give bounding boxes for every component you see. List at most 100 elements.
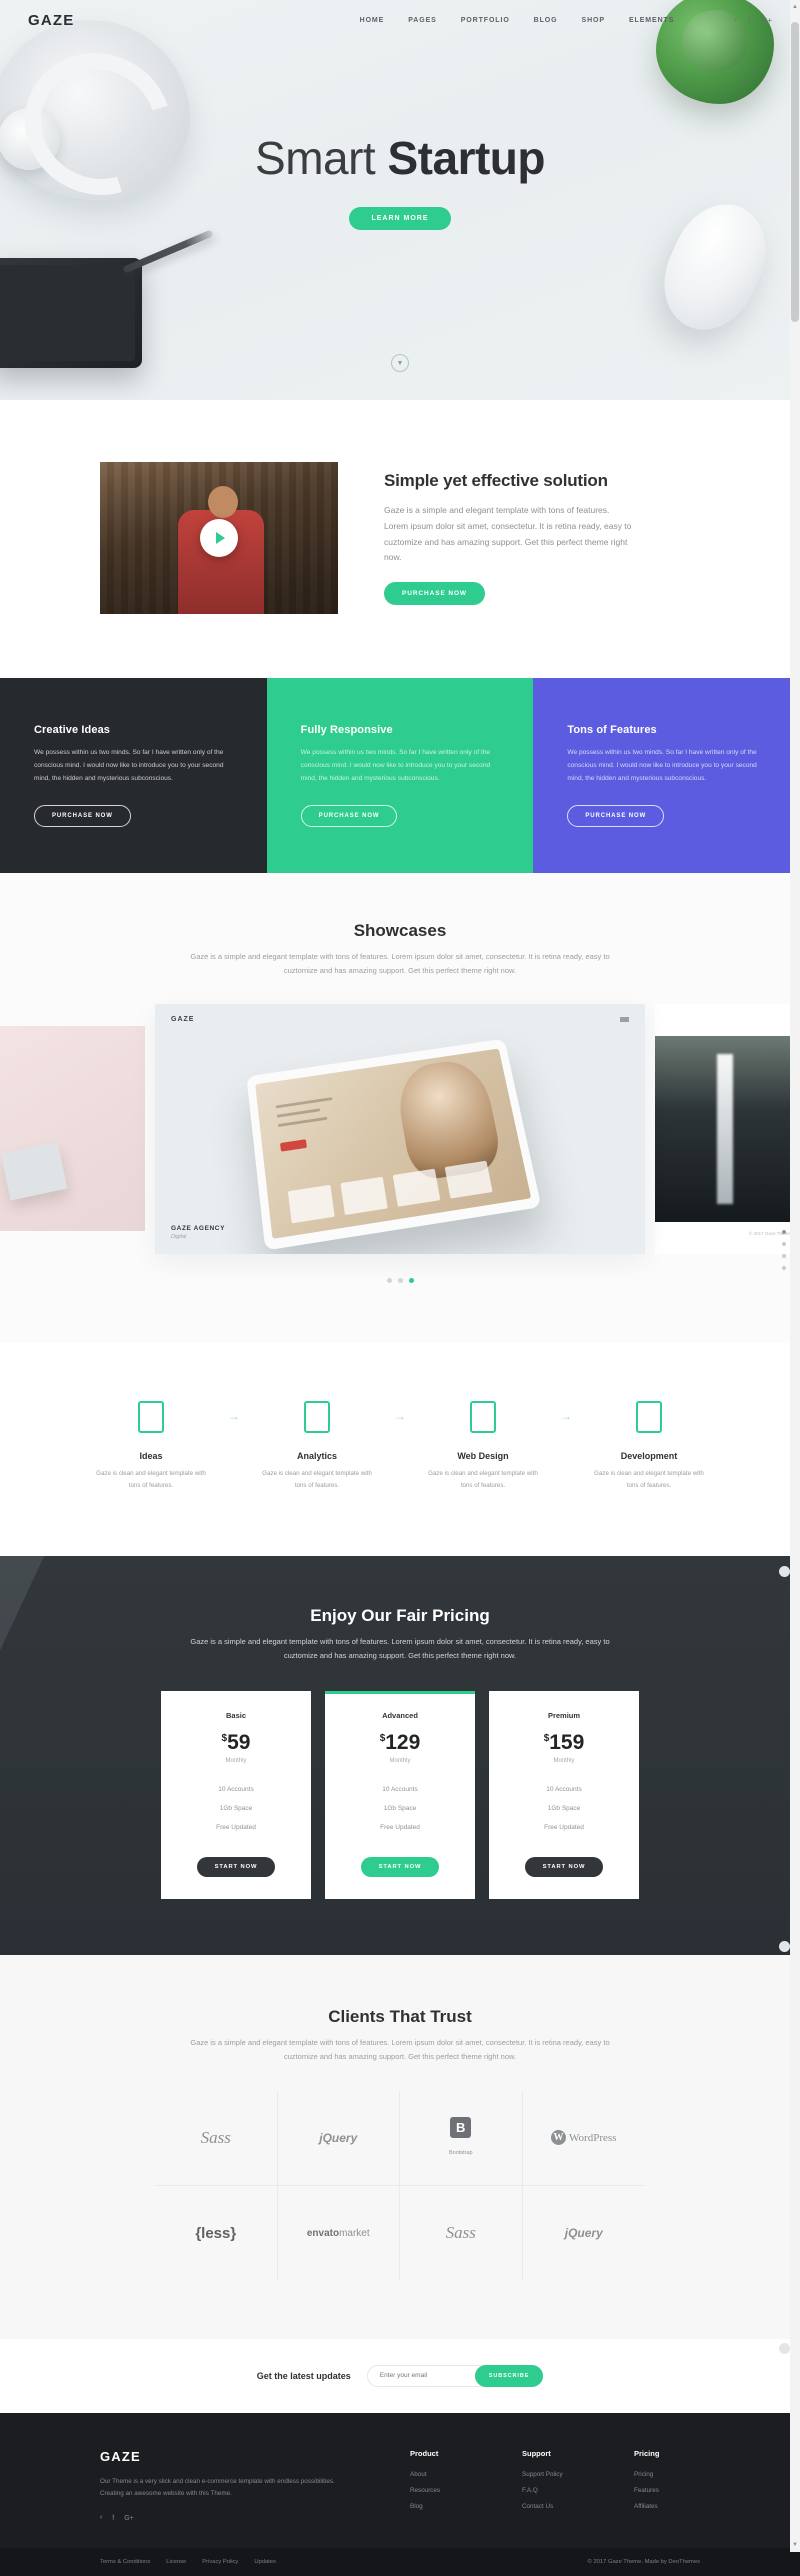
scroll-indicator-2[interactable] (779, 1941, 790, 1952)
twitter-icon[interactable]: ᵛ (100, 2515, 102, 2522)
footer-link-pricing[interactable]: Pricing (634, 2471, 700, 2478)
carousel-slide-previous[interactable] (0, 1026, 145, 1232)
nav-item-home[interactable]: HOME (360, 17, 385, 24)
scroll-indicator-3[interactable] (779, 2343, 790, 2354)
process-step-ideas: Ideas Gaze is clean and elegant template… (90, 1401, 212, 1492)
pricing-card-basic: Basic $59 Monthly 10 Accounts 1Gb Space … (161, 1691, 311, 1900)
scroll-down-arrow-icon[interactable]: ▼ (792, 2542, 798, 2548)
googleplus-icon[interactable]: G+ (761, 16, 772, 25)
googleplus-icon[interactable]: G+ (124, 2515, 134, 2522)
clients-title: Clients That Trust (328, 2007, 472, 2027)
footer-link-resources[interactable]: Resources (410, 2487, 476, 2494)
browser-scrollbar[interactable]: ▲ ▼ (790, 0, 800, 2552)
email-input[interactable] (366, 2364, 487, 2387)
start-now-button[interactable]: START NOW (196, 1857, 276, 1878)
section-nav-dot-active[interactable] (782, 1230, 786, 1234)
bootstrap-mark: B (450, 2116, 472, 2138)
client-logo-cell[interactable]: Sass (400, 2185, 523, 2281)
footer-about-text: Our Theme is a very slick and clean e-co… (100, 2477, 335, 2498)
footer-link-terms[interactable]: Terms & Conditions (100, 2559, 150, 2565)
ipad-mockup-image (246, 1038, 542, 1251)
step-text: Gaze is clean and elegant template with … (262, 1470, 372, 1489)
client-logo-cell[interactable]: jQuery (277, 2090, 400, 2186)
process-section: Ideas Gaze is clean and elegant template… (0, 1343, 800, 1556)
monitor-icon (470, 1401, 496, 1434)
site-logo[interactable]: GAZE (28, 12, 74, 29)
footer-link-features[interactable]: Features (634, 2487, 700, 2494)
page-title: Smart Startup (255, 131, 545, 185)
slide-menu-icon[interactable] (620, 1017, 629, 1023)
nav-item-blog[interactable]: BLOG (534, 17, 558, 24)
footer-link-updates[interactable]: Updates (254, 2559, 276, 2565)
carousel-dots[interactable] (0, 1278, 800, 1284)
client-logo-cell[interactable]: W WordPress (522, 2091, 645, 2186)
scrollbar-thumb[interactable] (791, 22, 799, 322)
feature-text: We possess within us two minds. So far I… (567, 749, 757, 782)
nav-item-shop[interactable]: SHOP (582, 17, 605, 24)
nav-item-portfolio[interactable]: PORTFOLIO (461, 17, 510, 24)
showcase-title: Showcases (353, 920, 447, 940)
section-nav-dot[interactable] (782, 1242, 786, 1246)
step-title: Ideas (139, 1451, 163, 1462)
carousel-dot-1[interactable] (386, 1278, 392, 1284)
carousel-slide-active[interactable]: GAZE GAZE AGENCY Digital (155, 1004, 645, 1255)
plan-name: Advanced (382, 1711, 418, 1721)
section-nav-dot[interactable] (782, 1266, 786, 1270)
envato-light: market (339, 2227, 370, 2239)
plan-feature: 1Gb Space (219, 1805, 253, 1813)
play-icon[interactable] (200, 519, 238, 557)
nav-item-pages[interactable]: PAGES (408, 17, 437, 24)
process-step-development: Development Gaze is clean and elegant te… (588, 1401, 710, 1492)
carousel-slide-next[interactable]: GAZE © 2017 Gaze Theme. Made by (655, 1004, 800, 1255)
client-logo-cell[interactable]: B Bootstrap (400, 2090, 523, 2186)
footer-link-affiliates[interactable]: Affiliates (634, 2503, 700, 2510)
carousel-dot-3[interactable] (408, 1278, 414, 1284)
subscribe-button[interactable]: SUBSCRIBE (474, 2364, 544, 2387)
start-now-button[interactable]: START NOW (360, 1857, 440, 1878)
step-title: Web Design (457, 1451, 509, 1462)
client-logo-cell[interactable]: jQuery (523, 2186, 646, 2281)
plan-feature: 1Gb Space (547, 1805, 581, 1813)
showcase-carousel[interactable]: GAZE GAZE AGENCY Digital © 2017 Gaze (0, 1004, 800, 1255)
feature-purchase-button[interactable]: PURCHASE NOW (34, 804, 131, 827)
footer-link-about[interactable]: About (410, 2471, 476, 2478)
footer-link-blog[interactable]: Blog (410, 2503, 476, 2510)
twitter-icon[interactable]: ᵛ (734, 16, 737, 25)
learn-more-button[interactable]: LEARN MORE (349, 206, 451, 230)
footer-link-privacy[interactable]: Privacy Policy (202, 2559, 238, 2565)
scroll-up-arrow-icon[interactable]: ▲ (792, 4, 798, 10)
jquery-logo: jQuery (564, 2226, 603, 2241)
feature-title: Fully Responsive (300, 724, 393, 736)
carousel-dot-2[interactable] (397, 1278, 403, 1284)
footer-link-contact-us[interactable]: Contact Us (522, 2503, 588, 2510)
section-nav-dot[interactable] (782, 1254, 786, 1258)
facebook-icon[interactable]: f (748, 16, 750, 25)
slide-previous-image (0, 1141, 68, 1201)
feature-title: Creative Ideas (34, 724, 110, 736)
section-nav-dots[interactable] (782, 1230, 786, 1270)
video-thumbnail[interactable] (100, 462, 338, 614)
scroll-indicator-1[interactable] (779, 1566, 790, 1577)
arrow-right-icon: → (228, 1409, 240, 1424)
start-now-button[interactable]: START NOW (524, 1857, 604, 1878)
bootstrap-logo: B Bootstrap (449, 2116, 473, 2159)
footer-link-support-policy[interactable]: Support Policy (522, 2471, 588, 2478)
footer-logo[interactable]: GAZE (100, 2449, 350, 2464)
purchase-now-button[interactable]: PURCHASE NOW (384, 581, 485, 605)
lightbulb-icon (138, 1401, 164, 1434)
scroll-down-icon[interactable]: ▼ (391, 354, 409, 372)
feature-purchase-button[interactable]: PURCHASE NOW (300, 804, 398, 827)
footer-column-title: Pricing (634, 2448, 660, 2458)
clients-header: Clients That Trust Gaze is a simple and … (0, 2007, 800, 2065)
footer-legal-links: Terms & Conditions License Privacy Polic… (100, 2559, 276, 2565)
ipad-cta (280, 1139, 307, 1152)
client-logo-cell[interactable]: envatomarket (278, 2185, 400, 2281)
client-logo-cell[interactable]: Sass (155, 2090, 278, 2186)
footer-link-license[interactable]: License (166, 2559, 186, 2565)
footer-link-faq[interactable]: F.A.Q (522, 2487, 588, 2494)
feature-purchase-button[interactable]: PURCHASE NOW (567, 804, 665, 827)
clients-section: Clients That Trust Gaze is a simple and … (0, 1955, 800, 2339)
client-logo-cell[interactable]: {less} (155, 2185, 278, 2281)
facebook-icon[interactable]: f (112, 2515, 114, 2522)
nav-item-elements[interactable]: ELEMENTS (629, 17, 674, 24)
